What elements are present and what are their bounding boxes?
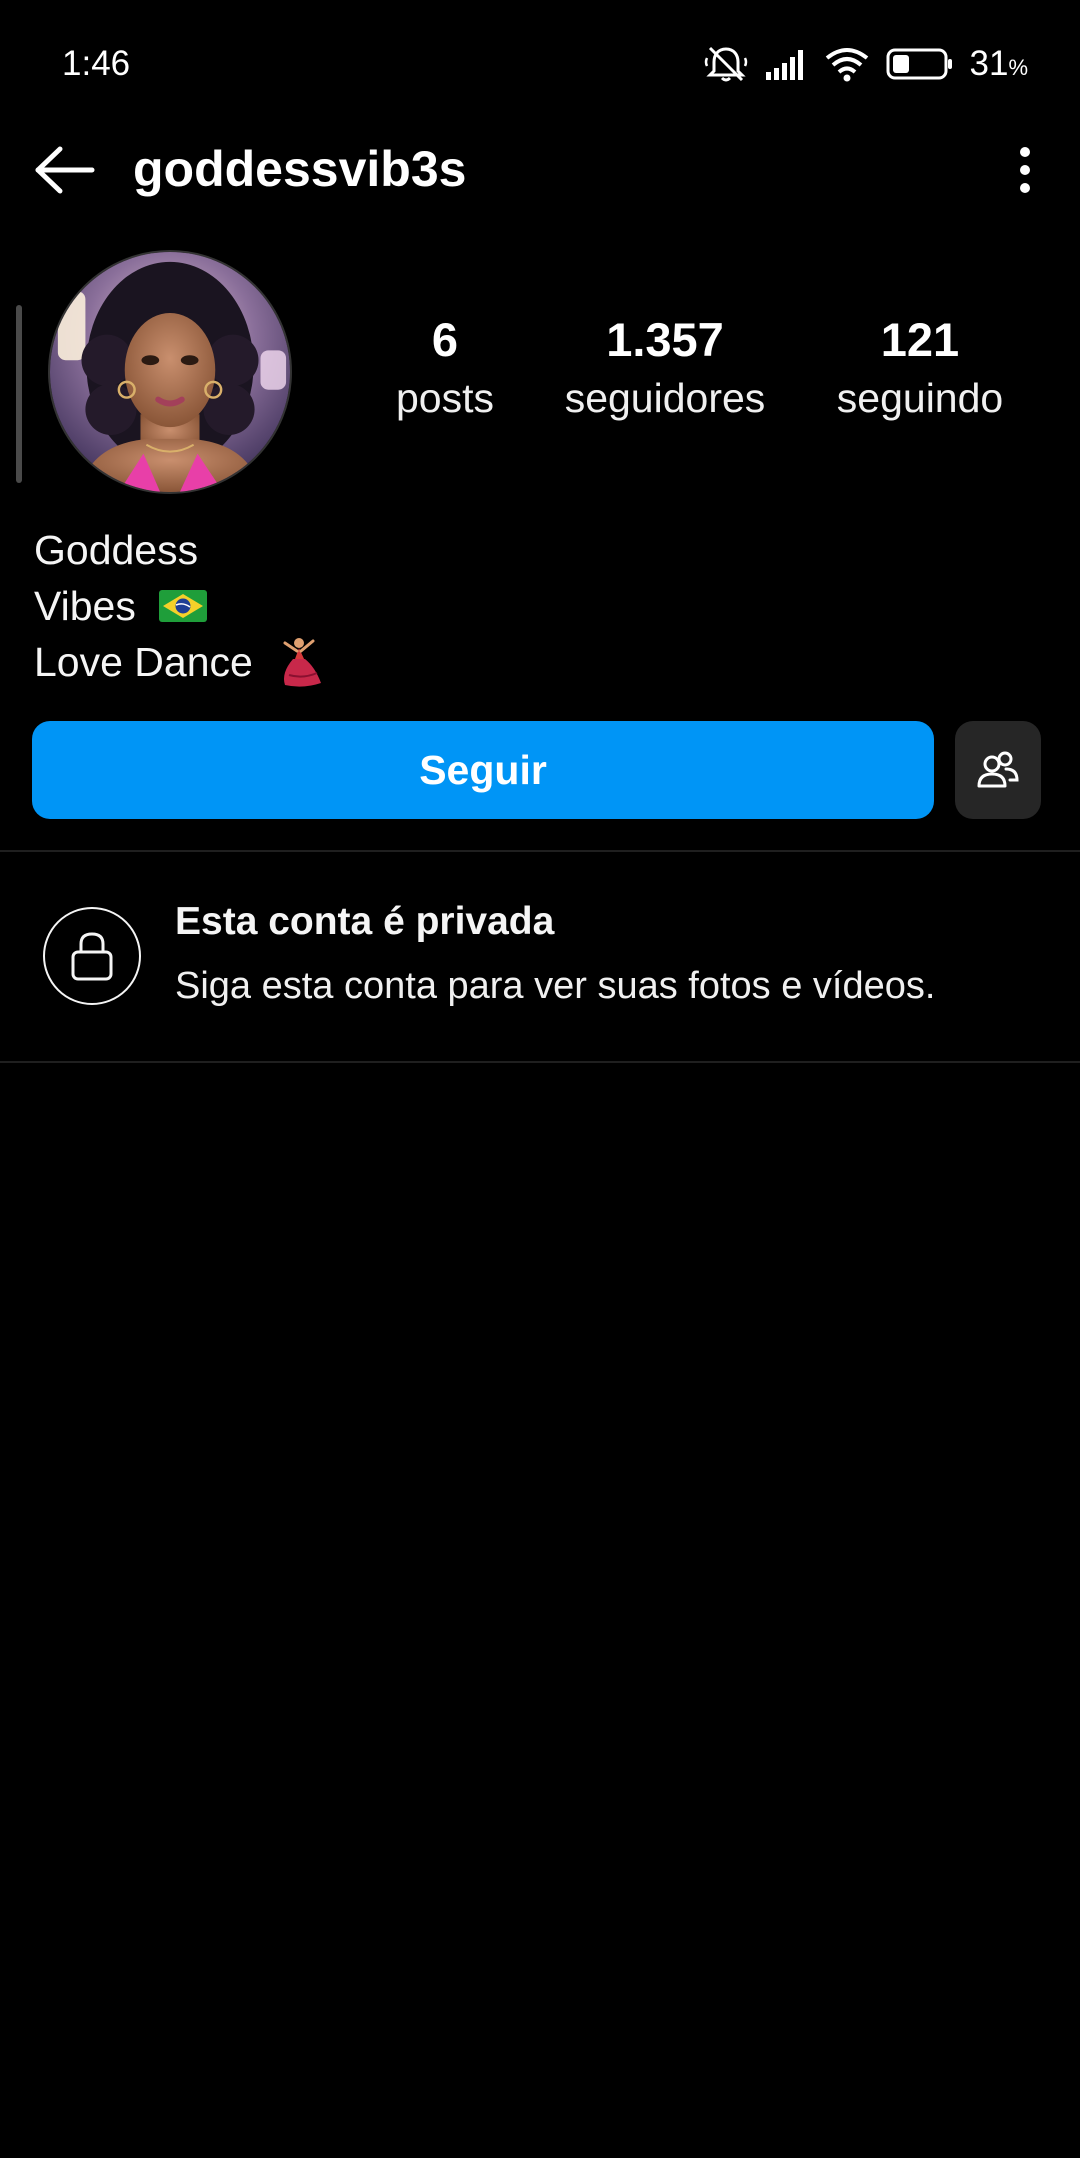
profile-bio: Goddess Vibes Love Dance <box>34 522 327 690</box>
battery-level: 31% <box>969 44 1029 83</box>
bio-line: Vibes <box>34 578 327 634</box>
back-arrow-icon <box>35 146 95 194</box>
following-stat[interactable]: 121 seguindo <box>810 312 1030 426</box>
following-count: 121 <box>880 313 960 366</box>
status-icons: 31% <box>704 42 1029 86</box>
brazil-flag-icon <box>158 590 207 622</box>
dancer-emoji-icon <box>283 638 321 687</box>
signal-icon <box>764 48 808 80</box>
back-button[interactable] <box>30 138 100 202</box>
bio-text: Vibes <box>34 583 136 629</box>
profile-header: goddessvib3s <box>0 130 1080 210</box>
follow-button[interactable]: Seguir <box>32 721 934 819</box>
bio-line: Goddess <box>34 522 327 578</box>
followers-label: seguidores <box>564 375 766 421</box>
posts-label: posts <box>396 375 494 421</box>
private-subtitle: Siga esta conta para ver suas fotos e ví… <box>175 965 936 1007</box>
posts-count: 6 <box>431 313 459 366</box>
private-account-notice: Esta conta é privada Siga esta conta par… <box>0 852 1080 1062</box>
private-title: Esta conta é privada <box>175 900 555 943</box>
posts-stat[interactable]: 6 posts <box>370 312 520 426</box>
profile-username: goddessvib3s <box>133 141 467 197</box>
status-bar: 1:46 31% <box>0 0 1080 130</box>
lock-badge <box>43 907 141 1005</box>
suggested-accounts-button[interactable] <box>955 721 1041 819</box>
followers-stat[interactable]: 1.357 seguidores <box>545 312 785 426</box>
following-label: seguindo <box>836 375 1004 421</box>
profile-screen: 1:46 31% goddessvib3s 6 posts 1.357 segu… <box>0 0 1080 2158</box>
add-people-icon <box>977 751 1019 788</box>
status-time: 1:46 <box>62 44 131 83</box>
wifi-icon <box>824 46 870 82</box>
scroll-indicator[interactable] <box>16 305 22 483</box>
muted-bell-icon <box>704 44 748 84</box>
more-vertical-icon <box>1020 147 1030 193</box>
more-options-button[interactable] <box>1000 138 1050 202</box>
bio-text: Love Dance <box>34 639 253 685</box>
bio-line: Love Dance <box>34 634 327 690</box>
lock-icon <box>71 932 113 981</box>
bio-text: Goddess <box>34 527 199 573</box>
followers-count: 1.357 <box>606 313 724 366</box>
divider <box>0 1061 1080 1063</box>
profile-stats: 6 posts 1.357 seguidores 121 seguindo <box>330 312 1060 432</box>
battery-icon <box>886 47 954 81</box>
profile-avatar[interactable] <box>48 250 292 494</box>
